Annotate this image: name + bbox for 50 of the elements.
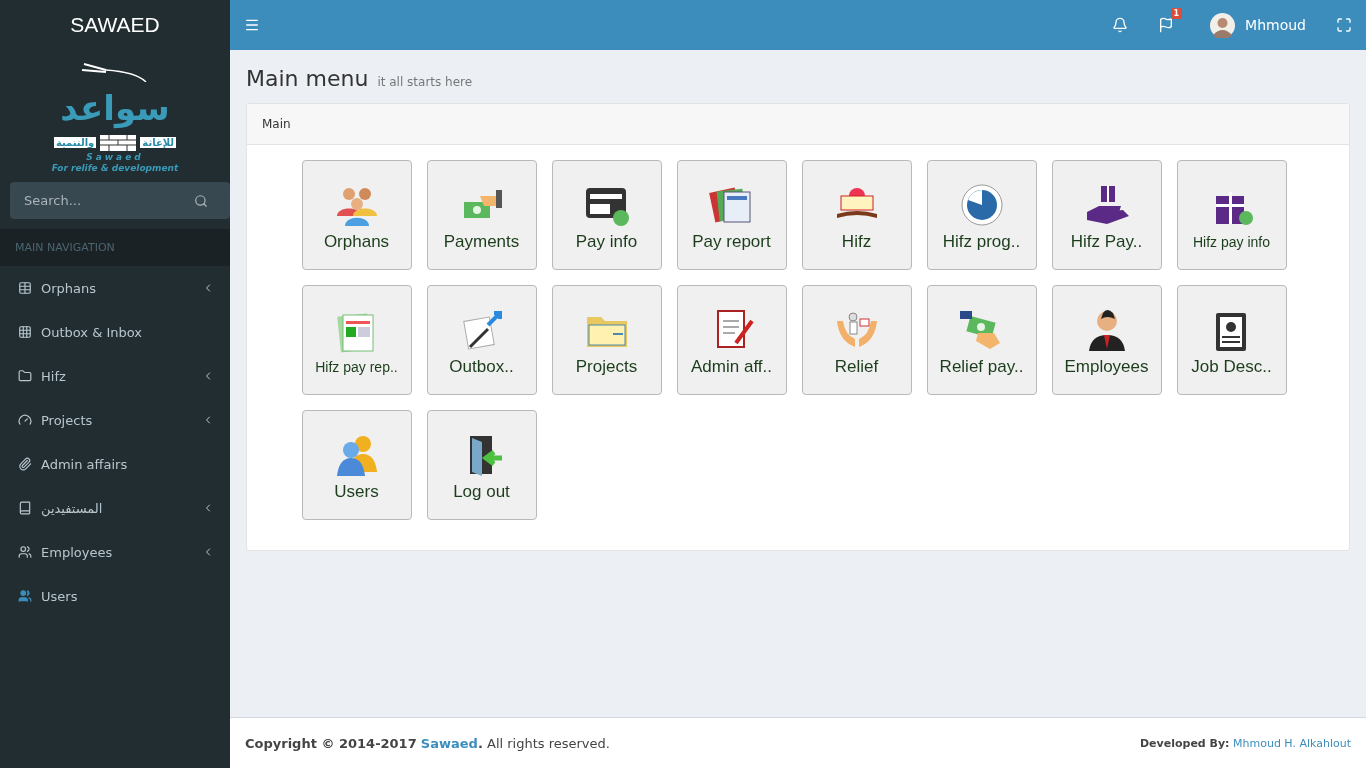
sidebar-item[interactable]: Admin affairs — [0, 442, 230, 486]
page-subtitle: it all starts here — [377, 75, 473, 89]
flag-icon[interactable] — [1158, 17, 1175, 33]
logo-tagline: For relife & development — [51, 162, 179, 173]
user-name[interactable]: Mhmoud — [1245, 17, 1306, 33]
sidebar-item[interactable]: Outbox & Inbox — [0, 310, 230, 354]
logo-name: Sawaed — [86, 151, 144, 162]
menu-tile[interactable]: Log out — [426, 410, 537, 520]
menu-tile[interactable]: Pay info — [551, 160, 662, 270]
brick-wall-icon — [100, 134, 137, 151]
menu-tile[interactable]: Users — [301, 410, 412, 520]
menu-tile[interactable]: Job Desc.. — [1176, 285, 1287, 395]
search-icon[interactable] — [194, 194, 208, 208]
menu-icon[interactable] — [244, 17, 260, 33]
sidebar-item[interactable]: Hifz — [0, 354, 230, 398]
menu-tile[interactable]: Hifz — [801, 160, 912, 270]
search-field[interactable]: Search... — [10, 182, 230, 219]
developer-link[interactable]: Mhmoud H. Alkahlout — [1233, 736, 1351, 750]
panel-title: Main — [262, 117, 291, 131]
sawaed-link[interactable]: Sawaed — [420, 735, 478, 751]
menu-tile[interactable]: Outbox.. — [426, 285, 537, 395]
logo-arabic-title: سواعد — [60, 86, 170, 131]
page-title: Main menu — [246, 66, 369, 91]
menu-tile[interactable]: Hifz Pay.. — [1051, 160, 1162, 270]
logo-arabic-text: والتنمية — [53, 137, 97, 148]
menu-tile[interactable]: Orphans — [301, 160, 412, 270]
menu-tile[interactable]: Hifz pay info — [1176, 160, 1287, 270]
menu-tile[interactable]: Employees — [1051, 285, 1162, 395]
menu-tile[interactable]: Projects — [551, 285, 662, 395]
menu-tile[interactable]: Hifz prog.. — [926, 160, 1037, 270]
bell-icon[interactable] — [1112, 17, 1129, 33]
copyright-text: Copyright © 2014-2017 Sawaed. All rights reserved. — [245, 735, 610, 751]
fullscreen-icon[interactable] — [1336, 17, 1352, 33]
developer-credit: Developed By: Mhmoud H. Alkahlout — [1139, 736, 1351, 750]
avatar[interactable] — [1210, 12, 1236, 38]
sidebar-item[interactable]: Employees — [0, 530, 230, 574]
menu-tile[interactable]: Relief — [801, 285, 912, 395]
nav-header: MAIN NAVIGATION — [15, 241, 115, 254]
brand-title[interactable]: SAWAED — [70, 13, 160, 37]
sidebar-item[interactable]: Orphans — [0, 266, 230, 310]
notification-badge: 1 — [1170, 8, 1183, 19]
sidebar-item[interactable]: Users — [0, 574, 230, 618]
menu-tile[interactable]: Relief pay.. — [926, 285, 1037, 395]
sidebar-item[interactable]: Projects — [0, 398, 230, 442]
sidebar-item[interactable]: المستفيدين — [0, 486, 230, 530]
logo-arabic-text: للإغاثة — [140, 137, 177, 148]
menu-tile[interactable]: Admin aff.. — [676, 285, 787, 395]
menu-tile[interactable]: Hifz pay rep.. — [301, 285, 412, 395]
menu-tile[interactable]: Payments — [426, 160, 537, 270]
menu-tile[interactable]: Pay report — [676, 160, 787, 270]
